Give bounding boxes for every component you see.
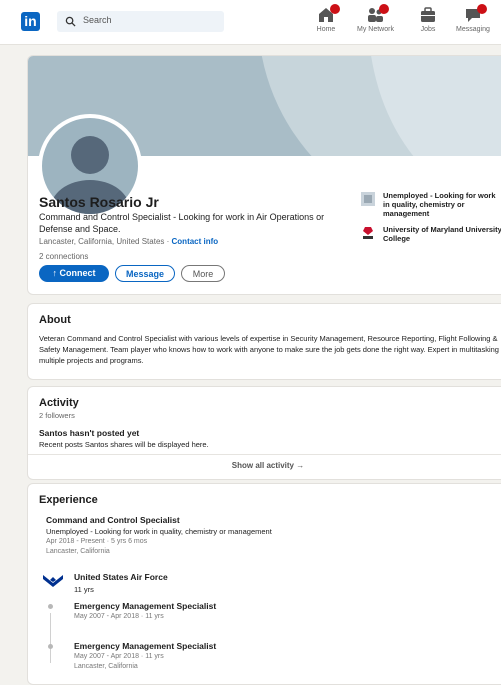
- more-button[interactable]: More: [181, 265, 225, 282]
- nav-messaging[interactable]: Messaging: [456, 4, 490, 33]
- nav-network-label: My Network: [357, 26, 394, 33]
- current-position-text: Unemployed - Looking for work in quality…: [383, 191, 496, 218]
- top-nav: in Search Home My Network Jobs Messaging: [0, 0, 501, 45]
- show-all-activity-link[interactable]: Show all activity →: [28, 461, 501, 470]
- role-timeline: [50, 613, 51, 663]
- activity-card: Activity 2 followers Santos hasn't poste…: [27, 386, 501, 480]
- role-dot: [48, 604, 53, 609]
- profile-location: Lancaster, California, United States · C…: [39, 237, 218, 246]
- activity-divider: [28, 454, 501, 455]
- nav-jobs[interactable]: Jobs: [418, 6, 438, 33]
- experience-item-dates: Apr 2018 - Present · 5 yrs 6 mos: [46, 538, 148, 545]
- activity-empty-title: Santos hasn't posted yet: [39, 428, 140, 438]
- nav-home-label: Home: [316, 26, 336, 33]
- role-dot: [48, 644, 53, 649]
- umgc-logo-icon: [363, 227, 373, 239]
- messaging-badge: [476, 4, 487, 14]
- activity-empty-text: Recent posts Santos shares will be displ…: [39, 440, 209, 449]
- profile-card: Santos Rosario Jr Command and Control Sp…: [27, 55, 501, 295]
- connect-label: Connect: [59, 268, 96, 278]
- about-title: About: [39, 314, 71, 326]
- role-dates: May 2007 - Apr 2018 · 11 yrs: [74, 653, 164, 660]
- search-placeholder: Search: [83, 15, 112, 25]
- activity-title: Activity: [39, 397, 79, 409]
- profile-headline: Command and Control Specialist - Looking…: [39, 212, 325, 234]
- company-group-name[interactable]: United States Air Force: [74, 572, 168, 582]
- experience-item-title[interactable]: Command and Control Specialist: [46, 515, 180, 525]
- followers-count: 2 followers: [39, 411, 75, 420]
- education-text: University of Maryland University Colleg…: [383, 225, 501, 243]
- jobs-icon: [421, 7, 435, 22]
- nav-home[interactable]: Home: [316, 4, 340, 33]
- experience-item-location: Lancaster, California: [46, 548, 110, 555]
- experience-card: Experience Command and Control Specialis…: [27, 483, 501, 685]
- connect-button[interactable]: ↑ Connect: [39, 265, 109, 282]
- search-input[interactable]: Search: [57, 11, 224, 32]
- contact-info-link[interactable]: Contact info: [172, 237, 219, 246]
- linkedin-logo[interactable]: in: [21, 12, 40, 31]
- about-text: Veteran Command and Control Specialist w…: [39, 334, 499, 365]
- location-separator: ·: [164, 237, 172, 246]
- home-badge: [330, 4, 340, 14]
- experience-title: Experience: [39, 494, 98, 506]
- location-text: Lancaster, California, United States: [39, 237, 165, 246]
- connect-icon: ↑: [52, 268, 57, 278]
- role-title[interactable]: Emergency Management Specialist: [74, 641, 216, 651]
- role-location: Lancaster, California: [74, 663, 138, 670]
- nav-jobs-label: Jobs: [420, 26, 436, 33]
- network-badge: [379, 4, 390, 14]
- connections-count: 2 connections: [39, 252, 89, 261]
- nav-messaging-label: Messaging: [456, 26, 490, 33]
- company-group-duration: 11 yrs: [74, 585, 94, 594]
- experience-item-company: Unemployed - Looking for work in quality…: [46, 527, 272, 536]
- search-icon: [65, 16, 76, 27]
- company-logo-icon: [361, 192, 375, 206]
- nav-my-network[interactable]: My Network: [357, 4, 394, 33]
- role-title[interactable]: Emergency Management Specialist: [74, 601, 216, 611]
- message-button[interactable]: Message: [115, 265, 175, 282]
- air-force-logo-icon: [43, 575, 63, 587]
- role-dates: May 2007 - Apr 2018 · 11 yrs: [74, 613, 164, 620]
- profile-name: Santos Rosario Jr: [39, 194, 159, 210]
- about-card: About Veteran Command and Control Specia…: [27, 303, 501, 380]
